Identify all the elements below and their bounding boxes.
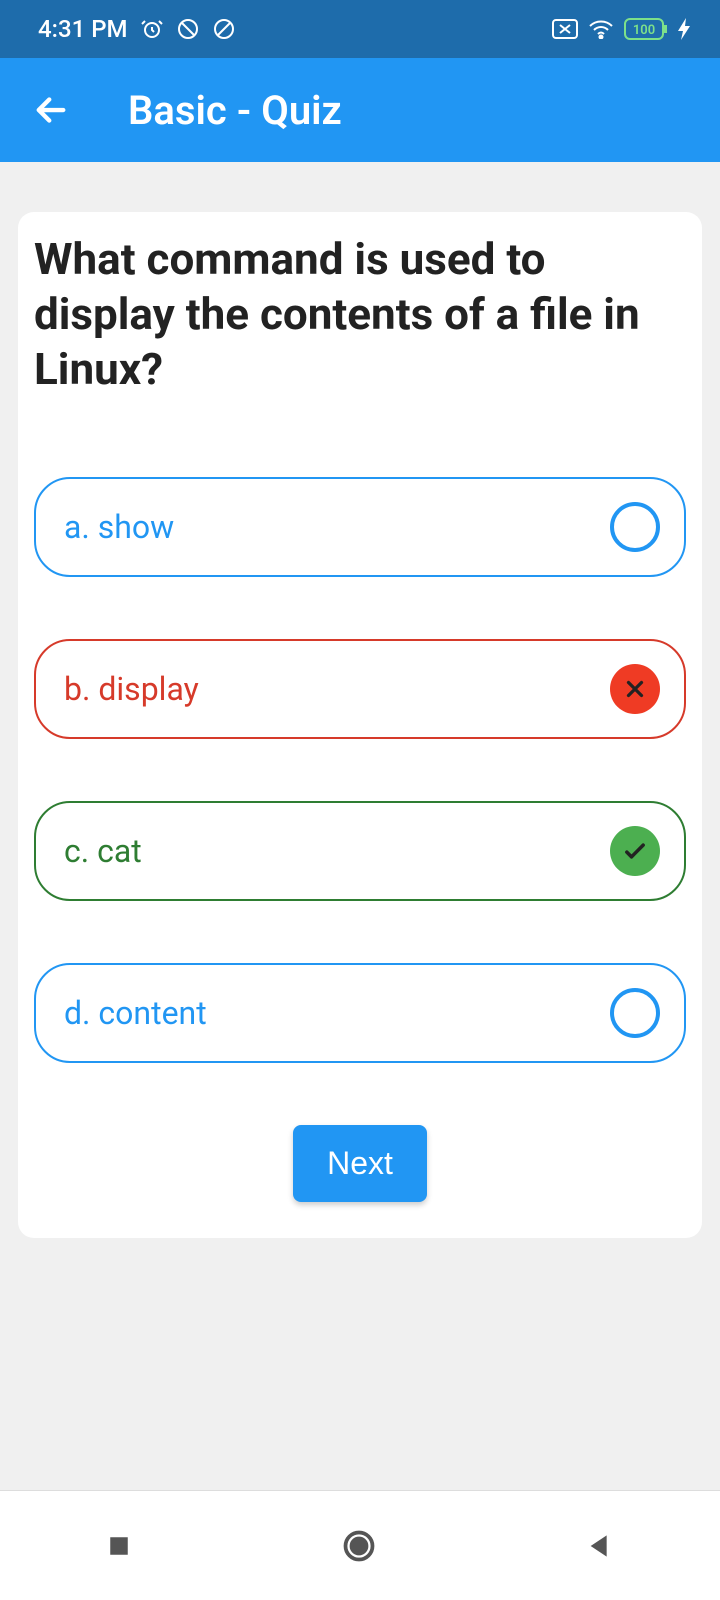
next-button[interactable]: Next bbox=[293, 1125, 427, 1202]
option-a[interactable]: a. show bbox=[34, 477, 686, 577]
question-text: What command is used to display the cont… bbox=[34, 232, 686, 397]
radio-unchecked-icon bbox=[610, 988, 660, 1038]
option-a-label: a. show bbox=[64, 508, 174, 546]
page-title: Basic - Quiz bbox=[128, 87, 342, 134]
cast-icon bbox=[552, 19, 578, 39]
quiz-card: What command is used to display the cont… bbox=[18, 212, 702, 1238]
back-button[interactable] bbox=[30, 89, 72, 131]
option-b-label: b. display bbox=[64, 670, 199, 708]
battery-icon: 100 bbox=[624, 18, 668, 40]
block-icon bbox=[212, 17, 236, 41]
option-b[interactable]: b. display bbox=[34, 639, 686, 739]
recents-button[interactable] bbox=[104, 1531, 134, 1561]
dnd-icon bbox=[176, 17, 200, 41]
wifi-icon bbox=[588, 19, 614, 39]
correct-icon bbox=[610, 826, 660, 876]
radio-unchecked-icon bbox=[610, 502, 660, 552]
status-bar: 4:31 PM 100 bbox=[0, 0, 720, 58]
alarm-icon bbox=[140, 17, 164, 41]
content-area: What command is used to display the cont… bbox=[0, 162, 720, 1490]
status-time: 4:31 PM bbox=[38, 15, 128, 43]
option-c[interactable]: c. cat bbox=[34, 801, 686, 901]
home-button[interactable] bbox=[341, 1528, 377, 1564]
option-c-label: c. cat bbox=[64, 832, 142, 870]
svg-text:100: 100 bbox=[633, 23, 655, 38]
system-nav-bar bbox=[0, 1490, 720, 1600]
option-d-label: d. content bbox=[64, 994, 207, 1032]
back-nav-button[interactable] bbox=[584, 1530, 616, 1562]
app-bar: Basic - Quiz bbox=[0, 58, 720, 162]
wrong-icon bbox=[610, 664, 660, 714]
charging-icon bbox=[678, 18, 692, 40]
option-d[interactable]: d. content bbox=[34, 963, 686, 1063]
